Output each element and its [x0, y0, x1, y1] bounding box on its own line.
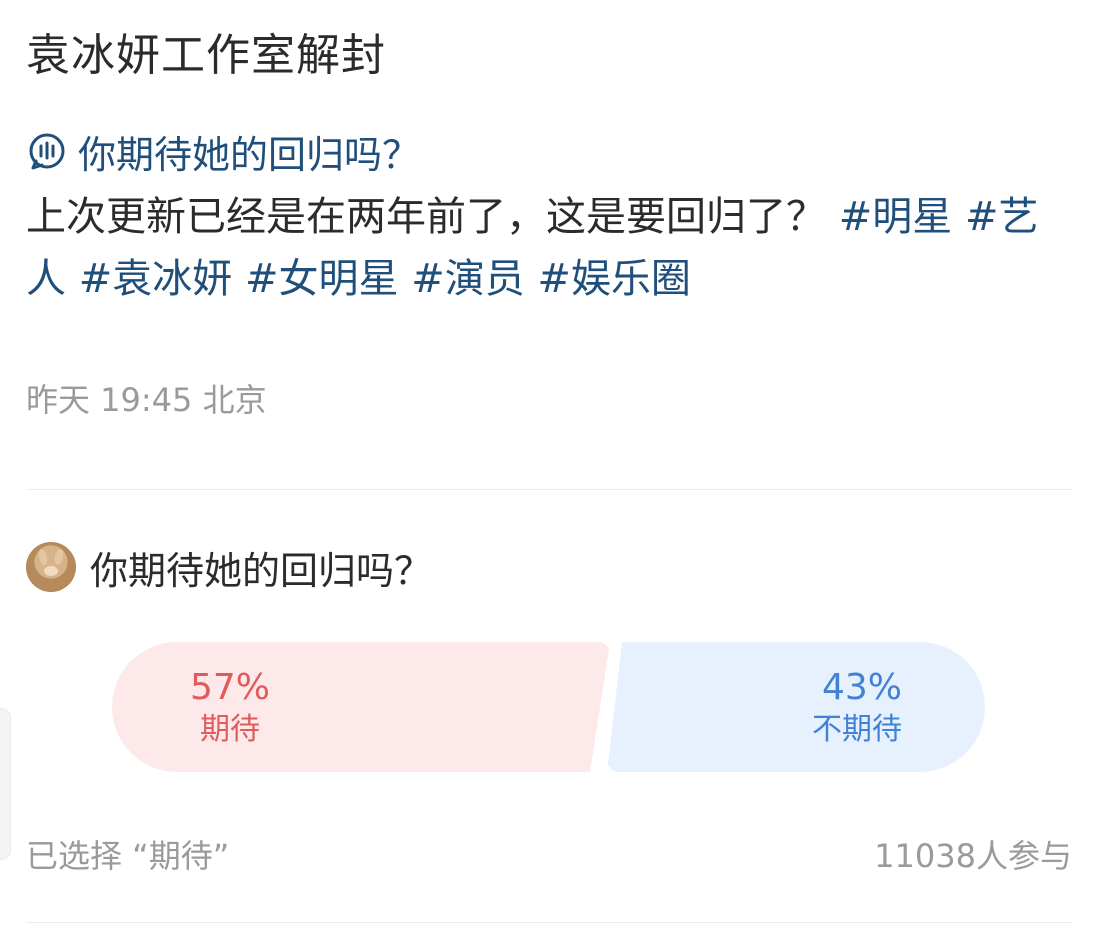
hashtag-link[interactable]: #明星	[839, 194, 953, 240]
topic-link[interactable]: 你期待她的回归吗？	[26, 122, 420, 180]
body-copy: 上次更新已经是在两年前了，这是要回归了？	[26, 194, 826, 240]
post-time: 昨天 19:45	[26, 381, 193, 419]
post-body: 上次更新已经是在两年前了，这是要回归了？ #明星 #艺人 #袁冰妍 #女明星 #…	[26, 186, 1076, 310]
poll-selected-text: 已选择 “期待”	[26, 837, 230, 875]
divider-bottom	[26, 922, 1072, 923]
post-location: 北京	[202, 381, 267, 419]
poll-participants: 11038人参与	[874, 837, 1072, 875]
hashtag-link[interactable]: #袁冰妍	[79, 256, 233, 302]
avatar[interactable]	[26, 542, 76, 592]
divider-top	[26, 489, 1072, 490]
post-meta: 昨天 19:45 北京	[26, 376, 267, 424]
poll-footer: 已选择 “期待” 11038人参与	[26, 832, 1072, 880]
topic-text: 你期待她的回归吗？	[78, 132, 421, 177]
post-title: 袁冰妍工作室解封	[26, 30, 386, 81]
chat-bubble-icon	[29, 133, 65, 170]
poll-option-no[interactable]	[607, 642, 985, 772]
hashtag-link[interactable]: #女明星	[245, 256, 399, 302]
poll-header: 你期待她的回归吗？	[26, 540, 432, 594]
poll-option-no-percent: 43%	[821, 667, 902, 708]
poll-post-page: 袁冰妍工作室解封 你期待她的回归吗？ 上次更新已经是在两年前了，这是要回归了？ …	[0, 0, 1120, 938]
poll-option-yes-label: 期待	[200, 712, 260, 747]
poll-option-yes-percent: 57%	[190, 667, 271, 708]
poll-question: 你期待她的回归吗？	[90, 548, 433, 593]
hashtag-link[interactable]: #演员	[411, 256, 525, 302]
poll-option-no-content: 43% 不期待	[812, 668, 902, 750]
poll-option-yes-content: 57% 期待	[190, 668, 270, 750]
poll-option-yes[interactable]	[112, 642, 610, 772]
edge-handle	[0, 708, 11, 860]
poll-option-no-label: 不期待	[812, 712, 902, 747]
hashtag-link[interactable]: #娱乐圈	[537, 256, 691, 302]
rabbit-face-icon	[44, 566, 58, 576]
